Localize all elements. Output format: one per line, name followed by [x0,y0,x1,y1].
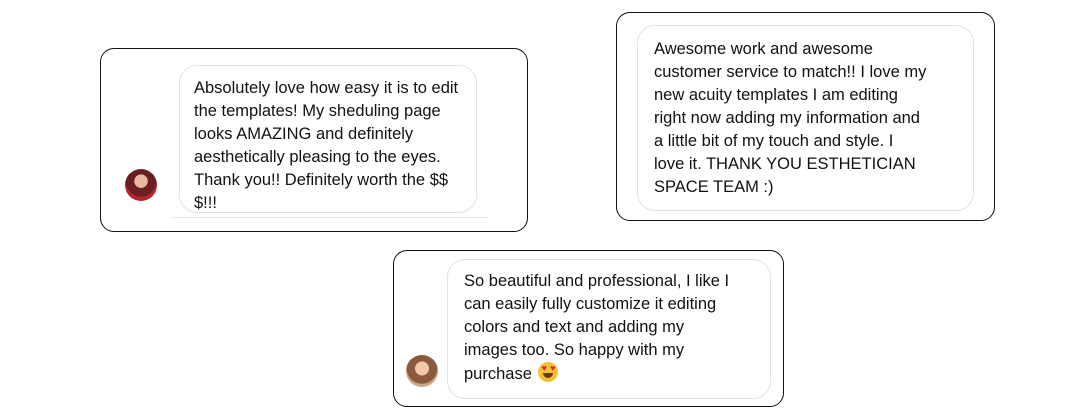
reviewer-avatar [125,169,157,201]
review-card: Awesome work and awesome customer servic… [616,12,995,221]
review-text-body: So beautiful and professional, I like I … [464,272,730,383]
review-text: Absolutely love how easy it is to edit t… [194,79,459,212]
heart-eyes-emoji-icon [538,362,559,382]
review-card: Absolutely love how easy it is to edit t… [100,48,528,232]
message-bubble: Awesome work and awesome customer servic… [637,25,974,211]
review-card: So beautiful and professional, I like I … [393,250,784,407]
testimonials-collage: Absolutely love how easy it is to edit t… [0,0,1080,416]
review-text: So beautiful and professional, I like I … [464,270,754,386]
review-text: Awesome work and awesome customer servic… [654,40,927,196]
divider [171,217,489,218]
message-bubble: Absolutely love how easy it is to edit t… [179,65,477,213]
reviewer-avatar [406,355,438,387]
message-bubble: So beautiful and professional, I like I … [447,259,771,399]
